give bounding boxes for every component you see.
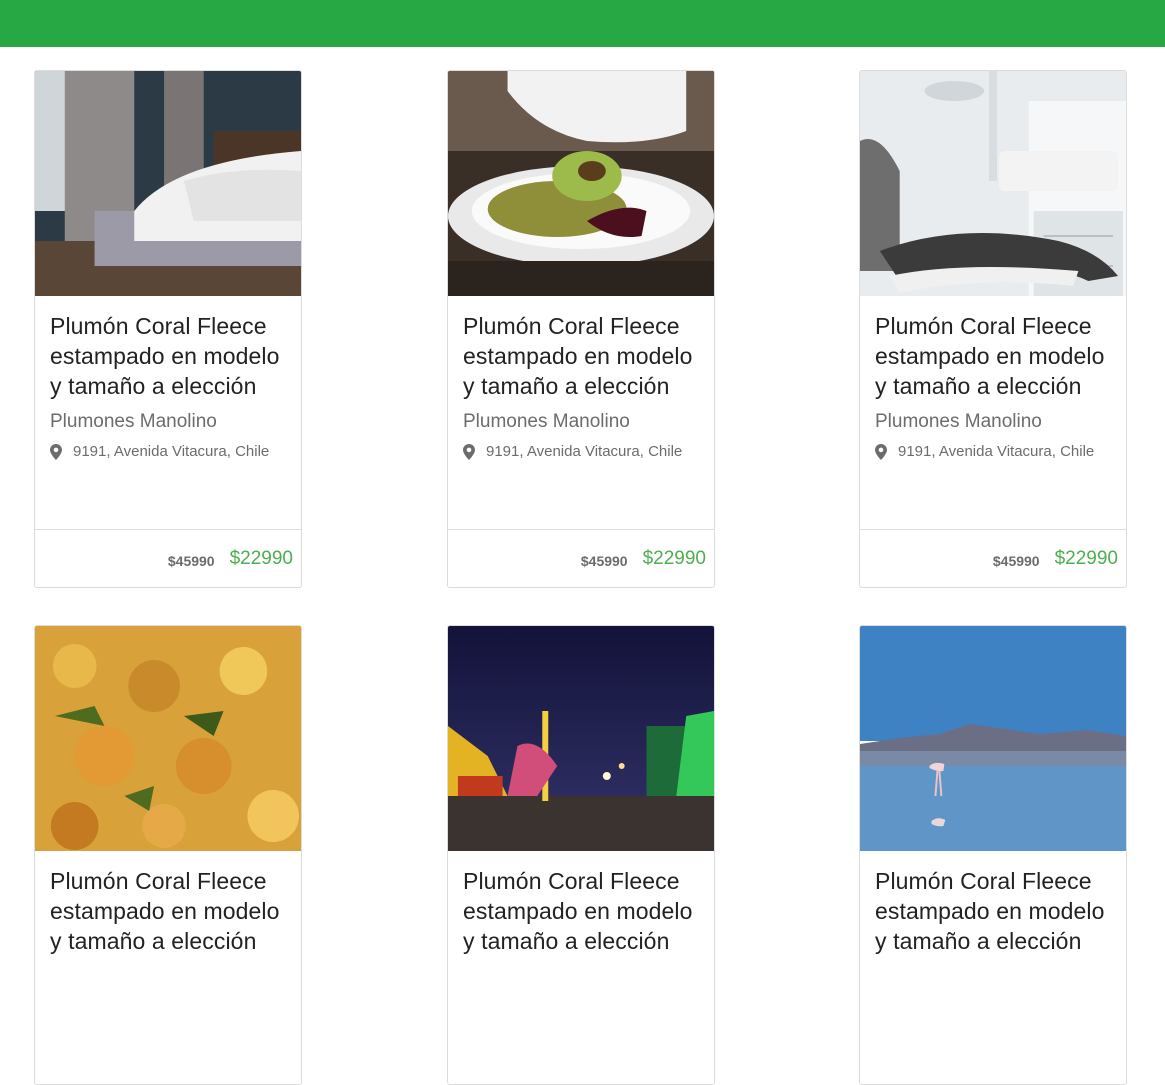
salad-plate-photo[interactable] — [448, 71, 714, 296]
deal-card[interactable]: Plumón Coral Fleece estampado en modelo … — [34, 625, 302, 1085]
merchant-name: Plumones Manolino — [463, 411, 630, 432]
deal-card[interactable]: Plumón Coral Fleece estampado en modelo … — [859, 70, 1127, 588]
new-price: $22990 — [1054, 547, 1118, 569]
deals-grid: Plumón Coral Fleece estampado en modelo … — [0, 0, 1165, 1085]
deal-title[interactable]: Plumón Coral Fleece estampado en modelo … — [50, 311, 286, 401]
new-price: $22990 — [642, 547, 706, 569]
deal-card[interactable]: Plumón Coral Fleece estampado en modelo … — [34, 70, 302, 588]
bedroom-photo[interactable] — [35, 71, 301, 296]
price-footer: $45990 $22990 — [448, 529, 714, 587]
address-text: 9191, Avenida Vitacura, Chile — [898, 443, 1095, 460]
deal-title[interactable]: Plumón Coral Fleece estampado en modelo … — [463, 311, 699, 401]
food-dish-photo[interactable] — [35, 626, 301, 851]
merchant-name: Plumones Manolino — [875, 411, 1042, 432]
price-footer: $45990 $22990 — [35, 529, 301, 587]
address-row: 9191, Avenida Vitacura, Chile — [50, 441, 286, 463]
deal-card[interactable]: Plumón Coral Fleece estampado en modelo … — [447, 70, 715, 588]
deal-card[interactable]: Plumón Coral Fleece estampado en modelo … — [447, 625, 715, 1085]
deal-card[interactable]: Plumón Coral Fleece estampado en modelo … — [859, 625, 1127, 1085]
deal-title[interactable]: Plumón Coral Fleece estampado en modelo … — [463, 866, 699, 956]
dental-chair-photo[interactable] — [860, 71, 1126, 296]
flamingo-lake-photo[interactable] — [860, 626, 1126, 851]
price-footer: $45990 $22990 — [860, 529, 1126, 587]
address-row: 9191, Avenida Vitacura, Chile — [463, 441, 699, 463]
old-price: $45990 — [167, 552, 215, 569]
location-pin-icon — [50, 444, 62, 460]
location-pin-icon — [875, 444, 887, 460]
night-fair-photo[interactable] — [448, 626, 714, 851]
old-price: $45990 — [580, 552, 628, 569]
location-pin-icon — [463, 444, 475, 460]
merchant-name: Plumones Manolino — [50, 411, 217, 432]
address-text: 9191, Avenida Vitacura, Chile — [486, 443, 683, 460]
new-price: $22990 — [229, 547, 293, 569]
address-text: 9191, Avenida Vitacura, Chile — [73, 443, 270, 460]
deal-title[interactable]: Plumón Coral Fleece estampado en modelo … — [875, 866, 1111, 956]
old-price: $45990 — [992, 552, 1040, 569]
deal-title[interactable]: Plumón Coral Fleece estampado en modelo … — [50, 866, 286, 956]
address-row: 9191, Avenida Vitacura, Chile — [875, 441, 1111, 463]
deal-title[interactable]: Plumón Coral Fleece estampado en modelo … — [875, 311, 1111, 401]
